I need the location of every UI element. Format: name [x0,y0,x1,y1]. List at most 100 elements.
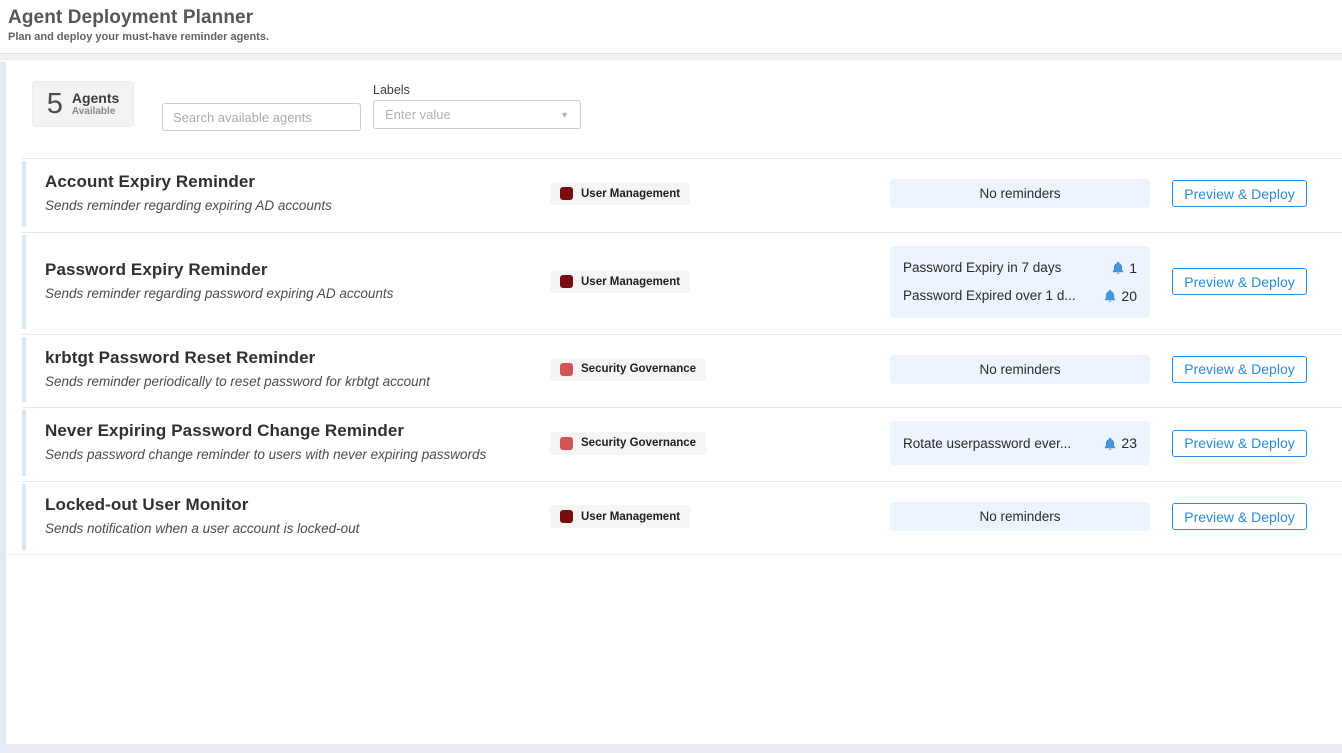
agent-row: Never Expiring Password Change Reminder … [22,407,1342,478]
agent-list: Account Expiry Reminder Sends reminder r… [22,158,1342,552]
tag-color-icon [560,510,573,523]
page-subtitle: Plan and deploy your must-have reminder … [8,31,1342,43]
agent-action-column: Preview & Deploy [1172,503,1307,530]
bell-icon [1104,437,1116,450]
reminders-stack: Password Expiry in 7 days 1Password Expi… [890,246,1150,318]
reminder-item: Password Expired over 1 d... 20 [890,282,1150,310]
preview-deploy-button[interactable]: Preview & Deploy [1172,180,1307,207]
tag-label: User Management [581,511,680,523]
reminder-item: Password Expiry in 7 days 1 [890,254,1150,282]
agent-action-column: Preview & Deploy [1172,180,1307,207]
tag-label: User Management [581,188,680,200]
labels-dropdown-placeholder: Enter value [385,107,451,122]
agents-count-label: Agents [72,91,119,106]
agent-info: Password Expiry Reminder Sends reminder … [45,260,545,304]
labels-filter-group: Labels Enter value ▼ [373,83,581,129]
agent-tag-column: User Management [550,270,890,293]
labels-label: Labels [373,83,581,97]
agent-reminders-column: No reminders [890,355,1150,384]
tag-color-icon [560,187,573,200]
agent-title: krbtgt Password Reset Reminder [45,348,545,368]
tag-color-icon [560,437,573,450]
agent-tag-column: User Management [550,505,890,528]
reminder-name: Password Expiry in 7 days [903,260,1061,275]
agent-row: Account Expiry Reminder Sends reminder r… [22,158,1342,229]
left-edge-strip [0,62,6,753]
agent-tag: Security Governance [550,358,706,381]
agent-reminders-column: No reminders [890,179,1150,208]
search-input[interactable] [162,103,361,131]
agent-description: Sends password change reminder to users … [45,445,545,465]
no-reminders-label: No reminders [890,179,1150,208]
agent-title: Password Expiry Reminder [45,260,545,280]
agent-info: Locked-out User Monitor Sends notificati… [45,495,545,539]
reminder-name: Password Expired over 1 d... [903,288,1076,303]
agent-tag-column: Security Governance [550,358,890,381]
preview-deploy-button[interactable]: Preview & Deploy [1172,503,1307,530]
agent-title: Never Expiring Password Change Reminder [45,421,545,441]
reminders-box: Password Expiry in 7 days 1Password Expi… [890,246,1150,318]
agent-info: Account Expiry Reminder Sends reminder r… [45,172,545,216]
agent-reminders-column: Rotate userpassword ever... 23 [890,421,1150,465]
bell-icon [1112,261,1124,274]
reminders-stack: Rotate userpassword ever... 23 [890,421,1150,465]
agents-available-counter: 5 Agents Available [32,81,134,127]
agents-available-label: Available [72,106,119,117]
tag-color-icon [560,275,573,288]
agent-description: Sends reminder regarding password expiri… [45,284,545,304]
chevron-down-icon: ▼ [560,110,569,120]
reminder-name: Rotate userpassword ever... [903,436,1071,451]
page-header: Agent Deployment Planner Plan and deploy… [0,0,1342,54]
list-end-divider [0,554,1342,555]
agent-tag: Security Governance [550,432,706,455]
reminder-count-wrap: 1 [1112,260,1137,276]
agent-action-column: Preview & Deploy [1172,268,1307,295]
agent-row: Locked-out User Monitor Sends notificati… [22,481,1342,552]
reminders-box: No reminders [890,179,1150,208]
agent-tag: User Management [550,270,690,293]
agent-tag-column: Security Governance [550,432,890,455]
reminders-box: No reminders [890,355,1150,384]
reminder-count-wrap: 23 [1104,435,1137,451]
reminders-box: Rotate userpassword ever... 23 [890,421,1150,465]
no-reminders-label: No reminders [890,502,1150,531]
agent-title: Locked-out User Monitor [45,495,545,515]
bottom-edge-strip [0,744,1342,753]
agent-row: krbtgt Password Reset Reminder Sends rem… [22,334,1342,405]
toolbar: 5 Agents Available Labels Enter value ▼ [0,61,1342,155]
agent-description: Sends reminder periodically to reset pas… [45,372,545,392]
reminders-box: No reminders [890,502,1150,531]
agent-row: Password Expiry Reminder Sends reminder … [22,232,1342,331]
no-reminders-label: No reminders [890,355,1150,384]
reminder-count: 20 [1121,288,1137,304]
main-content: 5 Agents Available Labels Enter value ▼ … [0,61,1342,555]
preview-deploy-button[interactable]: Preview & Deploy [1172,430,1307,457]
header-divider-band [0,54,1342,61]
agent-tag: User Management [550,505,690,528]
labels-dropdown[interactable]: Enter value ▼ [373,100,581,129]
tag-color-icon [560,363,573,376]
agent-info: krbtgt Password Reset Reminder Sends rem… [45,348,545,392]
page-title: Agent Deployment Planner [8,7,1342,29]
agent-action-column: Preview & Deploy [1172,356,1307,383]
agent-description: Sends reminder regarding expiring AD acc… [45,196,545,216]
reminder-count-wrap: 20 [1104,288,1137,304]
agent-title: Account Expiry Reminder [45,172,545,192]
agent-action-column: Preview & Deploy [1172,430,1307,457]
preview-deploy-button[interactable]: Preview & Deploy [1172,268,1307,295]
bell-icon [1104,289,1116,302]
agent-tag-column: User Management [550,182,890,205]
agent-info: Never Expiring Password Change Reminder … [45,421,545,465]
tag-label: Security Governance [581,437,696,449]
agent-reminders-column: No reminders [890,502,1150,531]
agent-tag: User Management [550,182,690,205]
reminder-count: 23 [1121,435,1137,451]
agent-reminders-column: Password Expiry in 7 days 1Password Expi… [890,246,1150,318]
reminder-item: Rotate userpassword ever... 23 [890,429,1150,457]
tag-label: User Management [581,276,680,288]
agent-description: Sends notification when a user account i… [45,519,545,539]
reminder-count: 1 [1129,260,1137,276]
preview-deploy-button[interactable]: Preview & Deploy [1172,356,1307,383]
tag-label: Security Governance [581,363,696,375]
agents-count: 5 [47,90,63,119]
